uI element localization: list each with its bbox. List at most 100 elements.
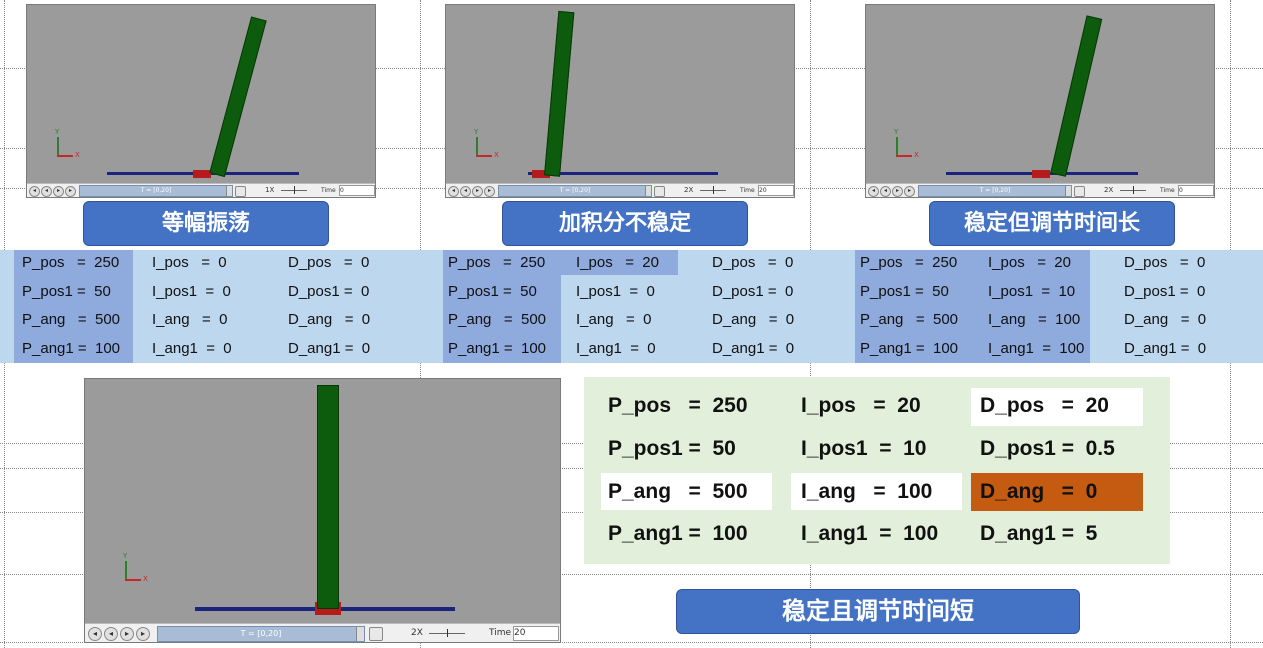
step-back-button[interactable]: ◂ (41, 186, 52, 197)
param-p-ang1: P_ang1 = 100 (608, 522, 748, 545)
rewind-button[interactable]: ◂ (29, 186, 40, 197)
param-p-ang: P_ang = 500 (22, 311, 120, 328)
param-d-pos: D_pos = 0 (1124, 254, 1206, 271)
param-p-pos1: P_pos1 = 50 (22, 283, 111, 300)
time-range-bar[interactable]: T = [0,20] (918, 185, 1072, 197)
param-i-pos: I_pos = 20 (576, 254, 659, 271)
param-i-pos1: I_pos1 = 10 (988, 283, 1076, 300)
param-p-pos: P_pos = 250 (860, 254, 958, 271)
param-d-pos1: D_pos1 = 0 (712, 283, 794, 300)
param-i-pos: I_pos = 0 (152, 254, 227, 271)
step-forward-button[interactable]: ▸ (484, 186, 495, 197)
step-forward-button[interactable]: ▸ (904, 186, 915, 197)
param-i-pos1: I_pos1 = 0 (576, 283, 655, 300)
title-stable-long-settling: 稳定但调节时间长 (929, 201, 1175, 246)
play-button[interactable]: ▸ (892, 186, 903, 197)
step-back-button[interactable]: ◂ (460, 186, 471, 197)
title-equal-amplitude-oscillation: 等幅振荡 (83, 201, 329, 246)
play-button[interactable]: ▸ (53, 186, 64, 197)
title-stable-short-settling: 稳定且调节时间短 (676, 589, 1080, 634)
rewind-button[interactable]: ◂ (88, 627, 102, 641)
param-i-pos: I_pos = 20 (801, 394, 921, 417)
settings-button[interactable] (654, 186, 665, 197)
param-p-ang1: P_ang1 = 100 (860, 340, 959, 357)
simulation-view-3: Y X ◂ ◂ ▸ ▸ T = [0,20] 2X Time 0 (865, 4, 1215, 198)
axis-triad: Y X (894, 128, 919, 159)
param-p-pos: P_pos = 250 (608, 394, 748, 417)
speed-label: 2X (684, 186, 694, 194)
param-i-pos: I_pos = 20 (988, 254, 1071, 271)
time-range-bar[interactable]: T = [0,20] (79, 185, 233, 197)
param-p-pos1: P_pos1 = 50 (448, 283, 537, 300)
param-p-ang: P_ang = 500 (860, 311, 958, 328)
speed-slider[interactable] (700, 186, 726, 194)
playback-controls: ◂ ◂ ▸ ▸ T = [0,20] 2X Time 20 (85, 623, 560, 642)
time-label: Time (489, 628, 512, 638)
pendulum-pole (209, 16, 267, 178)
playback-controls: ◂ ◂ ▸ ▸ T = [0,20] 1X Time 0 (27, 183, 375, 197)
playback-controls: ◂ ◂ ▸ ▸ T = [0,20] 2X Time 20 (446, 183, 794, 197)
axis-triad: Y X (474, 128, 499, 159)
time-range-bar[interactable]: T = [0,20] (498, 185, 652, 197)
cart (1032, 170, 1050, 178)
param-p-ang: P_ang = 500 (608, 480, 748, 503)
param-i-ang: I_ang = 100 (801, 480, 933, 503)
param-p-ang1: P_ang1 = 100 (22, 340, 121, 357)
time-input[interactable]: 0 (1178, 185, 1214, 196)
step-forward-button[interactable]: ▸ (136, 627, 150, 641)
param-i-pos1: I_pos1 = 10 (801, 437, 927, 460)
speed-label: 1X (265, 186, 275, 194)
param-d-ang1: D_ang1 = 0 (1124, 340, 1207, 357)
speed-slider[interactable] (281, 186, 307, 194)
param-d-ang: D_ang = 0 (980, 480, 1098, 503)
rewind-button[interactable]: ◂ (448, 186, 459, 197)
settings-button[interactable] (235, 186, 246, 197)
time-range-bar[interactable]: T = [0,20] (157, 626, 365, 642)
play-button[interactable]: ▸ (120, 627, 134, 641)
playback-controls: ◂ ◂ ▸ ▸ T = [0,20] 2X Time 0 (866, 183, 1214, 197)
speed-slider[interactable] (429, 629, 465, 637)
settings-button[interactable] (369, 627, 383, 641)
time-label: Time (1160, 187, 1175, 194)
param-d-pos1: D_pos1 = 0.5 (980, 437, 1115, 460)
simulation-view-2: Y X ◂ ◂ ▸ ▸ T = [0,20] 2X Time 20 (445, 4, 795, 198)
time-label: Time (321, 187, 336, 194)
param-i-ang: I_ang = 100 (988, 311, 1081, 328)
param-d-pos1: D_pos1 = 0 (1124, 283, 1206, 300)
param-d-pos: D_pos = 20 (980, 394, 1109, 417)
speed-slider[interactable] (1120, 186, 1146, 194)
play-button[interactable]: ▸ (472, 186, 483, 197)
param-i-ang: I_ang = 0 (152, 311, 228, 328)
param-p-pos1: P_pos1 = 50 (608, 437, 736, 460)
param-i-ang: I_ang = 0 (576, 311, 652, 328)
param-i-pos1: I_pos1 = 0 (152, 283, 231, 300)
param-d-ang1: D_ang1 = 0 (288, 340, 371, 357)
param-p-ang: P_ang = 500 (448, 311, 546, 328)
param-i-ang1: I_ang1 = 0 (576, 340, 656, 357)
param-i-ang1: I_ang1 = 100 (988, 340, 1085, 357)
time-input[interactable]: 20 (513, 626, 559, 641)
axis-triad: Y X (55, 128, 80, 159)
param-p-ang1: P_ang1 = 100 (448, 340, 547, 357)
pendulum-pole (317, 385, 339, 609)
param-d-pos: D_pos = 0 (712, 254, 794, 271)
simulation-view-4: Y X ◂ ◂ ▸ ▸ T = [0,20] 2X Time 20 (84, 378, 561, 643)
pendulum-pole (1050, 15, 1103, 177)
param-i-ang1: I_ang1 = 100 (801, 522, 939, 545)
step-forward-button[interactable]: ▸ (65, 186, 76, 197)
time-input[interactable]: 20 (758, 185, 794, 196)
speed-label: 2X (411, 628, 423, 638)
settings-button[interactable] (1074, 186, 1085, 197)
rewind-button[interactable]: ◂ (868, 186, 879, 197)
param-d-ang1: D_ang1 = 0 (712, 340, 795, 357)
step-back-button[interactable]: ◂ (880, 186, 891, 197)
cart (193, 170, 211, 178)
param-d-pos: D_pos = 0 (288, 254, 370, 271)
title-integral-unstable: 加积分不稳定 (502, 201, 748, 246)
param-i-ang1: I_ang1 = 0 (152, 340, 232, 357)
time-input[interactable]: 0 (339, 185, 375, 196)
param-d-ang: D_ang = 0 (288, 311, 371, 328)
step-back-button[interactable]: ◂ (104, 627, 118, 641)
param-d-ang: D_ang = 0 (1124, 311, 1207, 328)
pendulum-pole (544, 10, 575, 177)
